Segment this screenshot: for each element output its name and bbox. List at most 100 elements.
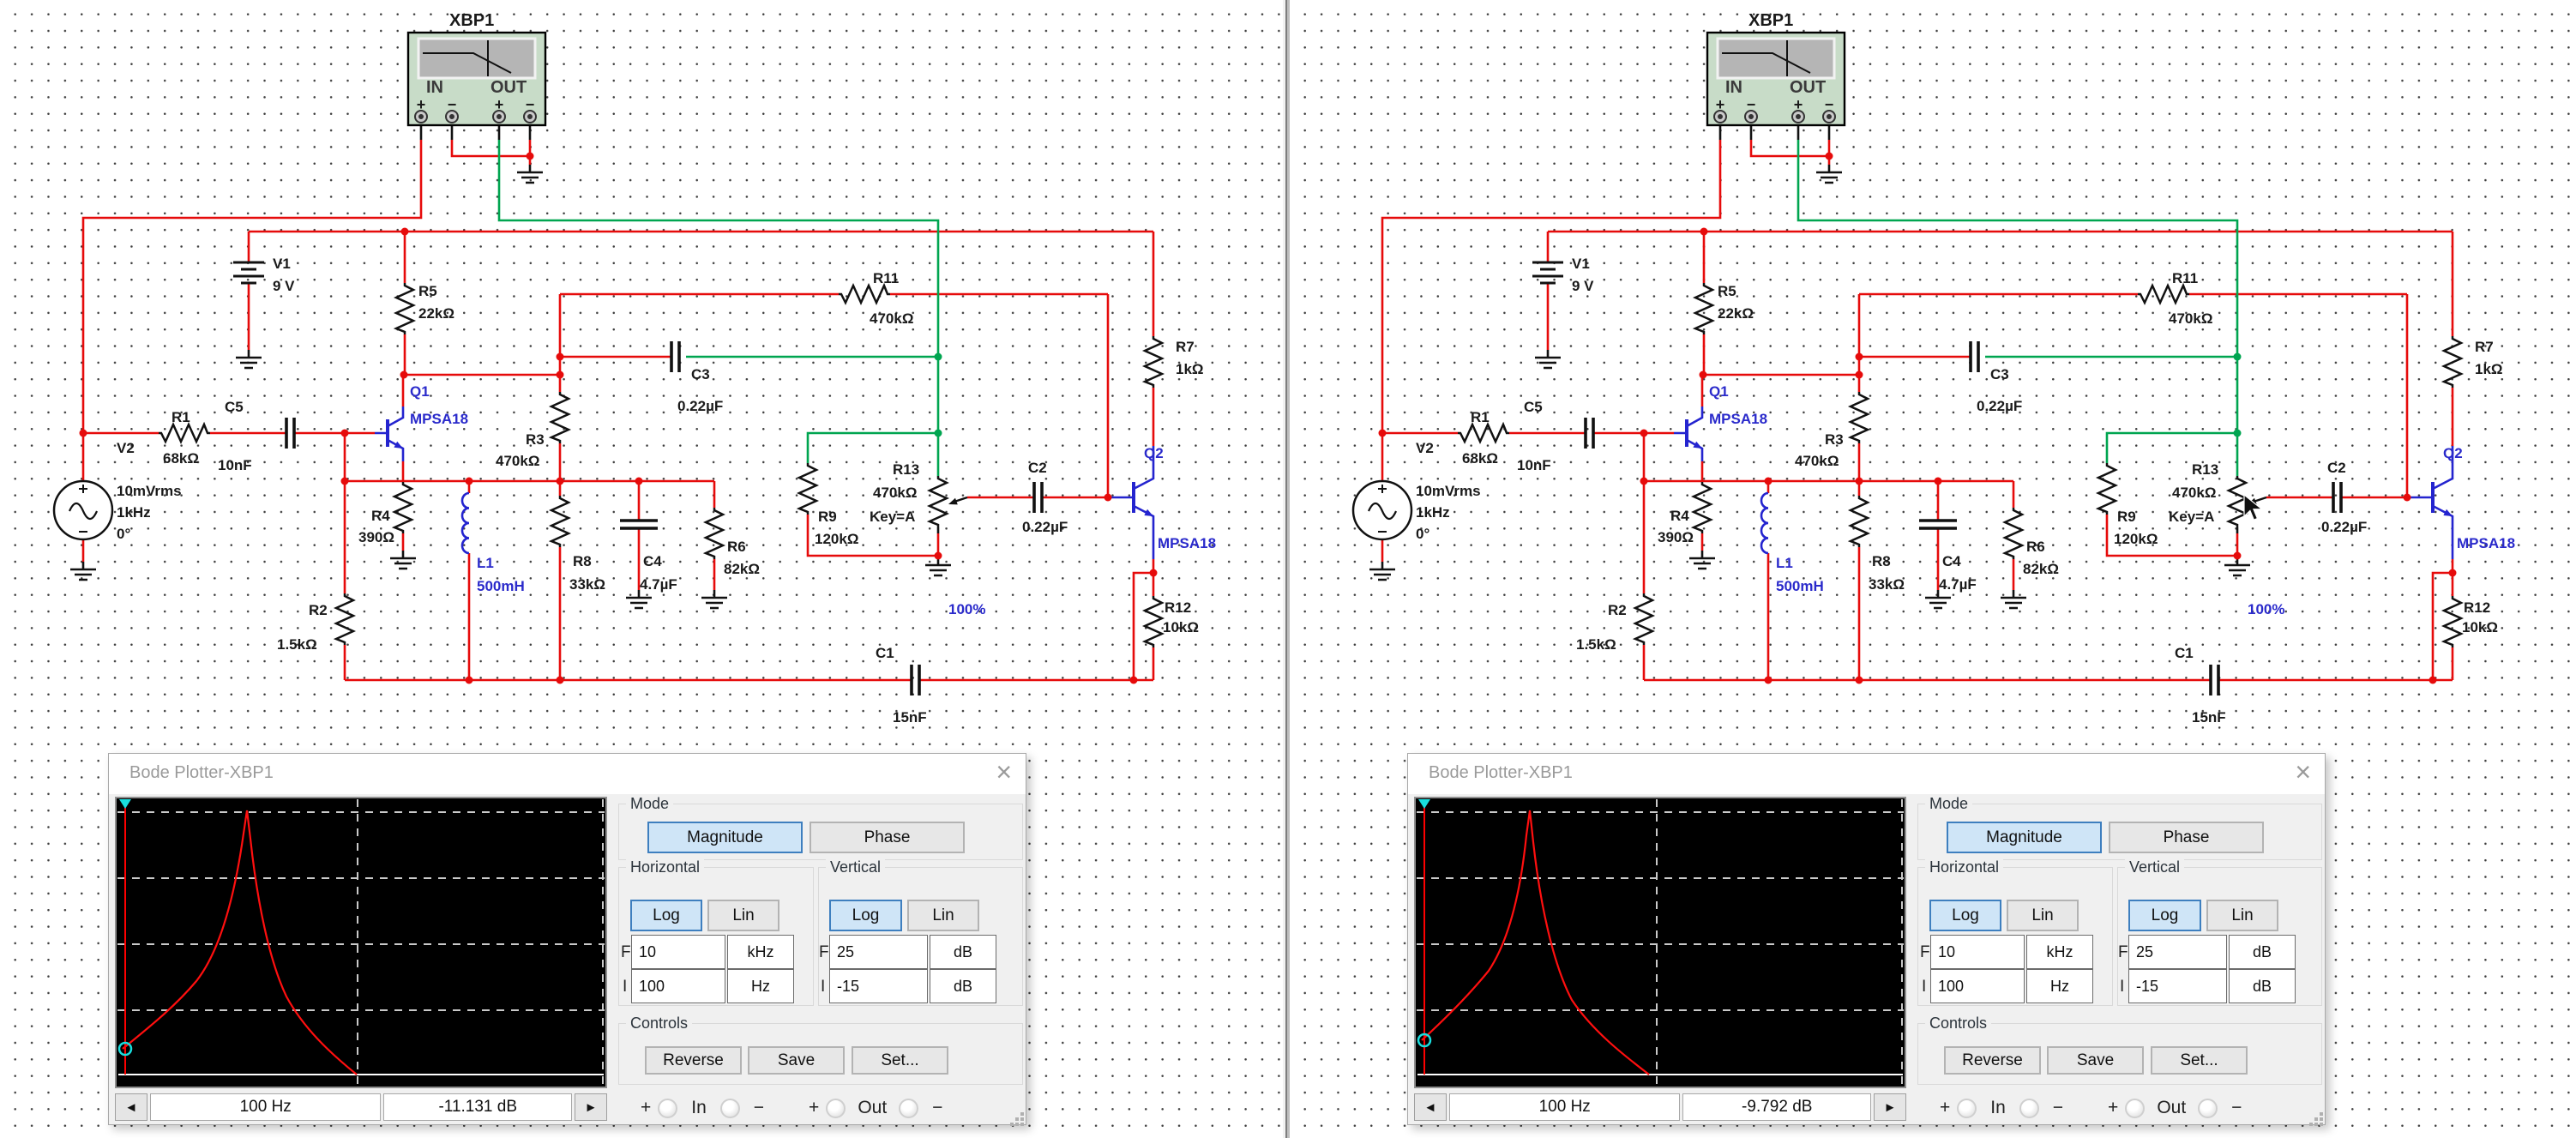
- label-r13-ref: R13: [893, 461, 919, 478]
- out-plus-terminal[interactable]: [2125, 1098, 2146, 1118]
- vertical-log-button[interactable]: Log: [829, 900, 902, 931]
- horizontal-log-button[interactable]: Log: [1929, 900, 2001, 931]
- label-r7-val: 1kΩ: [1176, 361, 1204, 377]
- label-c3-val: 0.22µF: [1977, 398, 2022, 414]
- label-r4-val: 390Ω: [1658, 529, 1694, 545]
- controls-group-label: Controls: [1925, 1015, 1992, 1033]
- in-plus-terminal[interactable]: [1957, 1098, 1977, 1118]
- inductor-l1[interactable]: [460, 491, 471, 555]
- label-r1-ref: R1: [1471, 409, 1490, 425]
- horizontal-group: Horizontal Log Lin F kHz I Hz: [618, 858, 814, 1006]
- out-minus-terminal[interactable]: [2198, 1098, 2218, 1118]
- potentiometer-wiper[interactable]: [948, 496, 968, 505]
- window-divider: [1283, 0, 1290, 1138]
- in-plus-terminal[interactable]: [658, 1098, 678, 1118]
- bode-plot-area[interactable]: [115, 797, 607, 1088]
- reverse-button[interactable]: Reverse: [645, 1046, 742, 1075]
- green-wires[interactable]: [497, 140, 940, 476]
- label-r6-val: 82kΩ: [724, 561, 760, 577]
- close-icon[interactable]: ×: [2295, 756, 2311, 788]
- vertical-i-unit: dB: [2229, 969, 2296, 1003]
- label-q1-ref: Q1: [410, 383, 430, 400]
- mode-group-label: Mode: [626, 795, 674, 813]
- cursor-left-button[interactable]: ◄: [1414, 1093, 1447, 1121]
- label-r11-ref: R11: [2172, 270, 2198, 286]
- label-c5-val: 10nF: [1517, 457, 1551, 473]
- label-r7-ref: R7: [2475, 339, 2494, 355]
- save-button[interactable]: Save: [748, 1046, 845, 1075]
- in-label: In: [691, 1098, 707, 1117]
- vertical-i-input[interactable]: [829, 969, 928, 1003]
- horizontal-i-input[interactable]: [1930, 969, 2025, 1003]
- label-v2-l2: 1kHz: [1416, 504, 1450, 521]
- cursor-left-button[interactable]: ◄: [115, 1093, 147, 1121]
- vertical-lin-button[interactable]: Lin: [2206, 900, 2278, 931]
- phase-button[interactable]: Phase: [2109, 822, 2264, 853]
- vertical-i-input[interactable]: [2128, 969, 2227, 1003]
- out-label: OUT: [491, 78, 527, 97]
- capacitors[interactable]: [1584, 341, 2343, 695]
- set-button[interactable]: Set...: [2151, 1046, 2248, 1075]
- bode-titlebar[interactable]: Bode Plotter-XBP1 ×: [1408, 754, 2325, 794]
- reverse-button[interactable]: Reverse: [1944, 1046, 2041, 1075]
- label-r8-val: 33kΩ: [1869, 576, 1905, 593]
- vertical-group: Vertical Log Lin F dB I dB: [2117, 858, 2322, 1006]
- close-icon[interactable]: ×: [996, 756, 1012, 788]
- vertical-f-unit: dB: [2229, 935, 2296, 969]
- cursor-right-button[interactable]: ►: [1874, 1093, 1906, 1121]
- label-v1-val: 9 V: [273, 278, 295, 294]
- bode-plotter-window: Bode Plotter-XBP1 × ◄ 100 Hz -11.131 dB …: [108, 753, 1026, 1125]
- ac-source-v2[interactable]: [1351, 479, 1413, 541]
- battery-v1[interactable]: [1532, 261, 1563, 285]
- green-wires[interactable]: [1797, 140, 2239, 476]
- vertical-lin-button[interactable]: Lin: [907, 900, 979, 931]
- out-label: Out: [858, 1098, 888, 1117]
- in-minus-terminal[interactable]: [2019, 1098, 2039, 1118]
- horizontal-f-input[interactable]: [1930, 935, 2025, 969]
- vertical-log-button[interactable]: Log: [2128, 900, 2201, 931]
- out-plus-sign: +: [809, 1098, 820, 1117]
- transistor-q2[interactable]: [1108, 446, 1155, 559]
- horizontal-log-button[interactable]: Log: [630, 900, 702, 931]
- out-minus-terminal[interactable]: [899, 1098, 919, 1118]
- bode-plotter-instrument[interactable]: XBP1 IN OUT + − + −: [1706, 11, 1846, 127]
- horizontal-i-input[interactable]: [631, 969, 725, 1003]
- ac-source-v2[interactable]: [52, 479, 114, 541]
- vertical-f-input[interactable]: [829, 935, 928, 969]
- bode-plotter-instrument[interactable]: XBP1 IN OUT + − + −: [406, 11, 547, 127]
- transistor-q1[interactable]: [1674, 406, 1704, 461]
- bode-titlebar[interactable]: Bode Plotter-XBP1 ×: [109, 754, 1026, 794]
- label-r8-ref: R8: [573, 553, 592, 569]
- label-c1-ref: C1: [2175, 645, 2194, 661]
- horizontal-lin-button[interactable]: Lin: [707, 900, 779, 931]
- battery-v1[interactable]: [233, 261, 264, 285]
- resize-grip[interactable]: [2309, 1112, 2313, 1116]
- magnitude-button[interactable]: Magnitude: [1947, 822, 2102, 853]
- label-r5-ref: R5: [418, 283, 437, 299]
- set-button[interactable]: Set...: [852, 1046, 948, 1075]
- horizontal-f-input[interactable]: [631, 935, 725, 969]
- label-r13-percent: 100%: [948, 601, 985, 617]
- phase-button[interactable]: Phase: [810, 822, 965, 853]
- resistors[interactable]: [157, 281, 1164, 649]
- horizontal-lin-button[interactable]: Lin: [2007, 900, 2079, 931]
- magnitude-button[interactable]: Magnitude: [647, 822, 803, 853]
- out-plus-terminal[interactable]: [826, 1098, 846, 1118]
- label-r2-ref: R2: [1608, 602, 1627, 618]
- horizontal-i-unit: Hz: [2026, 969, 2093, 1003]
- horizontal-f-unit: kHz: [727, 935, 794, 969]
- inductor-l1[interactable]: [1760, 491, 1770, 555]
- capacitors[interactable]: [285, 341, 1044, 695]
- label-r6-ref: R6: [727, 539, 746, 555]
- resistors[interactable]: [1456, 281, 2463, 649]
- horizontal-group: Horizontal Log Lin F kHz I Hz: [1917, 858, 2113, 1006]
- resize-grip[interactable]: [1010, 1112, 1014, 1116]
- bode-plot-area[interactable]: [1414, 797, 1906, 1088]
- out-plus-sign: +: [2108, 1098, 2119, 1117]
- save-button[interactable]: Save: [2047, 1046, 2144, 1075]
- in-minus-terminal[interactable]: [719, 1098, 740, 1118]
- cursor-right-button[interactable]: ►: [575, 1093, 607, 1121]
- transistor-q2[interactable]: [2407, 446, 2454, 559]
- transistor-q1[interactable]: [375, 406, 405, 461]
- vertical-f-input[interactable]: [2128, 935, 2227, 969]
